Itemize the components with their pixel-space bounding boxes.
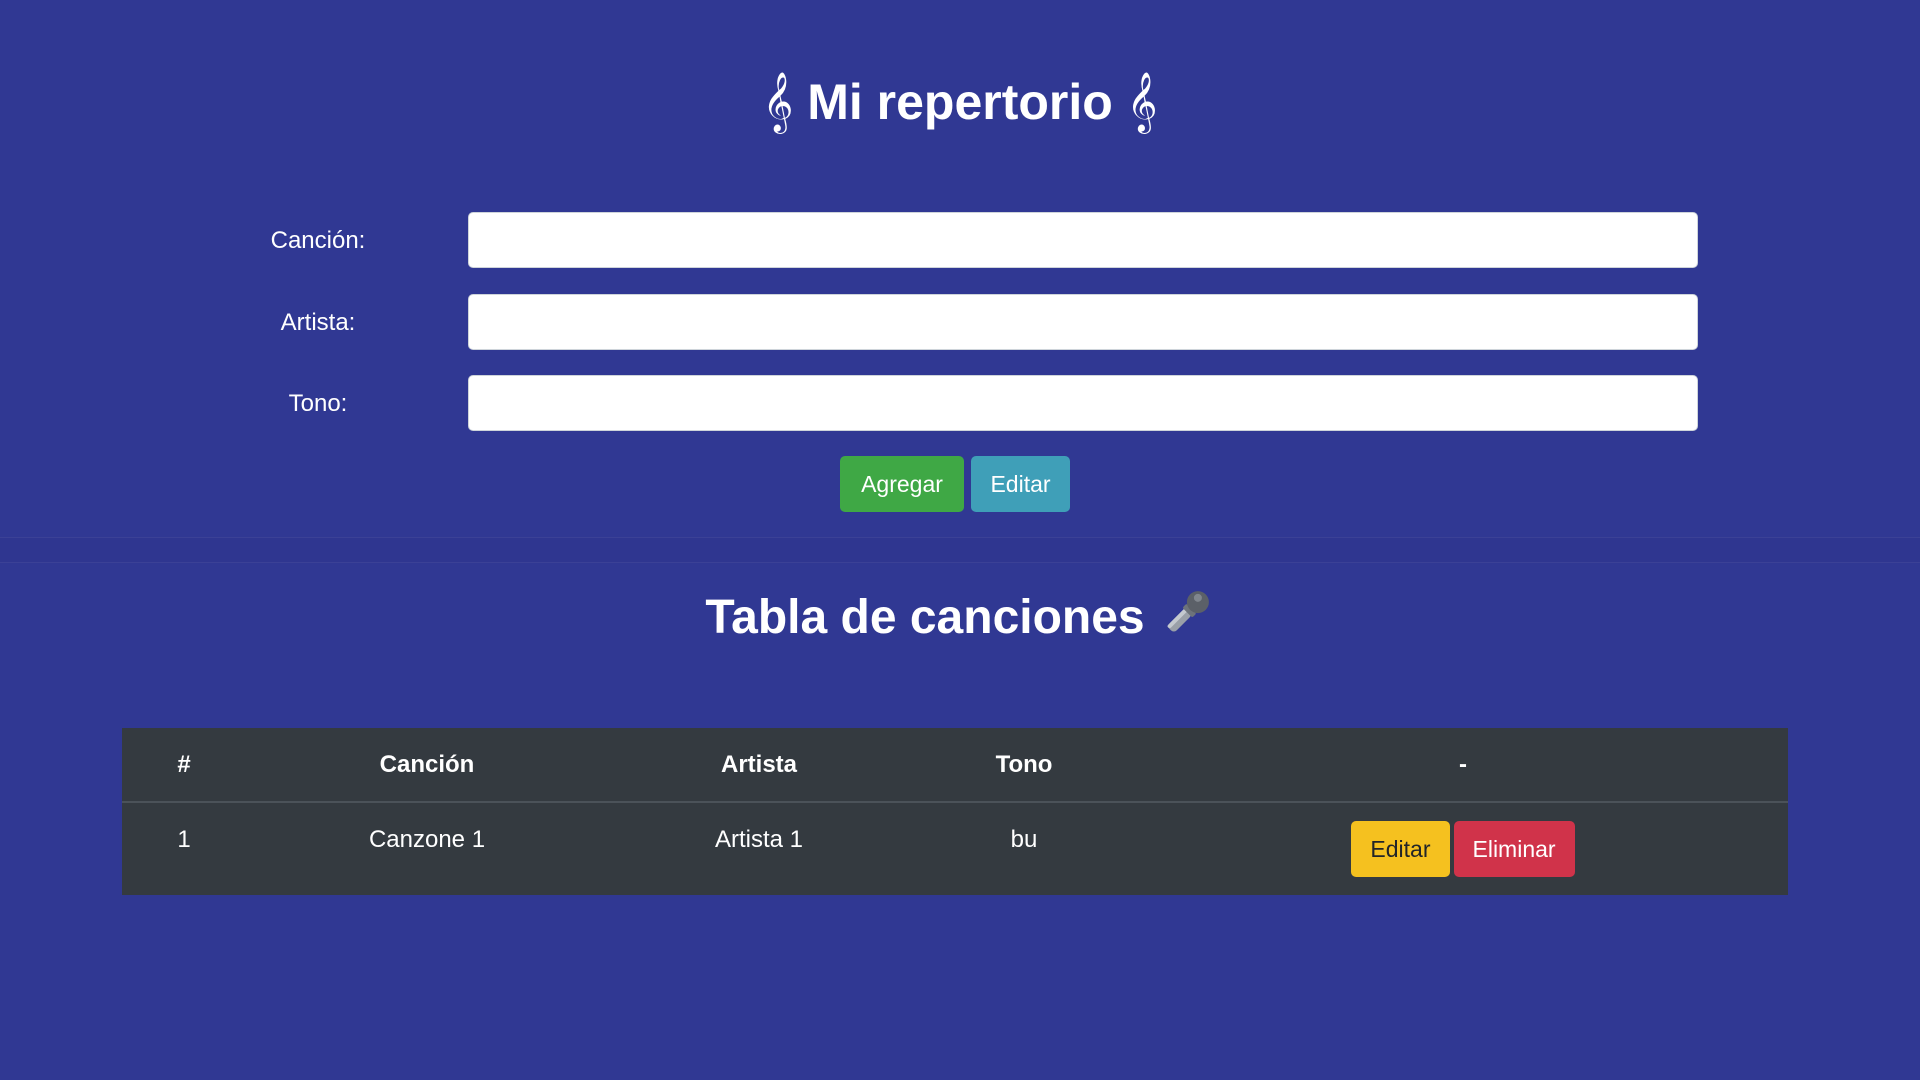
row-tone: bu <box>1010 826 1038 853</box>
row-delete-button[interactable]: Eliminar <box>1453 821 1575 877</box>
section-divider <box>0 537 1920 563</box>
song-label: Canción: <box>270 227 366 254</box>
tone-label: Tono: <box>288 390 348 417</box>
form-row-artist: Artista: <box>0 294 1920 352</box>
row-edit-button[interactable]: Editar <box>1351 821 1450 877</box>
table-header-row: # Canción Artista Tono - <box>122 728 1788 803</box>
section-title-text: Tabla de canciones <box>705 591 1145 644</box>
cell-song: Canzone 1 <box>246 802 608 895</box>
cell-artist: Artista 1 <box>608 802 910 895</box>
table-row: 1 Canzone 1 Artista 1 bu Editar Eliminar <box>122 802 1788 895</box>
song-input[interactable] <box>468 212 1698 268</box>
treble-clef-icon: 𝄞 <box>1126 72 1158 132</box>
row-song: Canzone 1 <box>368 826 486 853</box>
column-header-number: # <box>122 728 246 803</box>
form-row-tone: Tono: <box>0 375 1920 433</box>
section-title: Tabla de canciones <box>0 583 1920 653</box>
tone-input[interactable] <box>468 375 1698 431</box>
artist-input[interactable] <box>468 294 1698 350</box>
treble-clef-icon: 𝄞 <box>762 72 794 132</box>
add-button[interactable]: Agregar <box>840 456 964 512</box>
songs-table: # Canción Artista Tono - 1 Canzone 1 Art… <box>122 728 1788 895</box>
page-title-text: Mi repertorio <box>807 74 1113 130</box>
cell-number: 1 <box>122 802 246 895</box>
row-number: 1 <box>177 826 191 853</box>
column-header-song: Canción <box>246 728 608 803</box>
column-header-tone: Tono <box>910 728 1138 803</box>
column-header-actions: - <box>1138 728 1788 803</box>
form-row-song: Canción: <box>0 212 1920 270</box>
row-artist: Artista 1 <box>714 826 804 853</box>
artist-label: Artista: <box>280 309 356 336</box>
cell-actions: Editar Eliminar <box>1138 802 1788 895</box>
page-title: 𝄞 Mi repertorio 𝄞 <box>0 66 1920 138</box>
edit-button[interactable]: Editar <box>971 456 1070 512</box>
column-header-artist: Artista <box>608 728 910 803</box>
cell-tone: bu <box>910 802 1138 895</box>
microphone-icon <box>1167 591 1209 632</box>
